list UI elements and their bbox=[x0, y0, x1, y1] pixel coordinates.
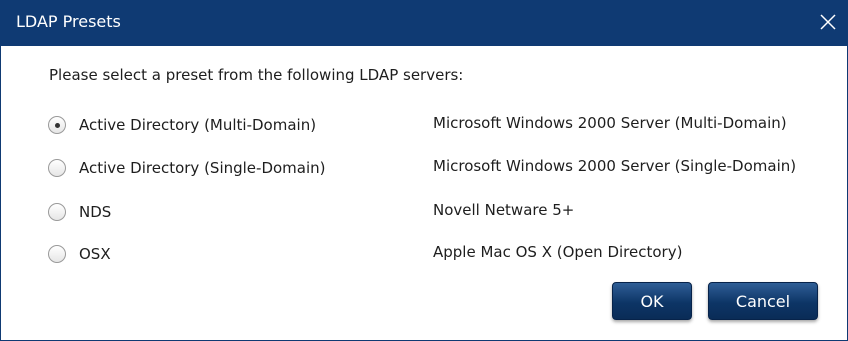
dialog-titlebar: LDAP Presets bbox=[0, 0, 848, 46]
option-label[interactable]: NDS bbox=[79, 203, 111, 221]
option-description: Microsoft Windows 2000 Server (Multi-Dom… bbox=[433, 114, 787, 132]
radio-active-directory-multi[interactable] bbox=[48, 116, 66, 134]
close-icon bbox=[820, 14, 836, 30]
dialog-prompt: Please select a preset from the followin… bbox=[49, 66, 464, 84]
cancel-button[interactable]: Cancel bbox=[708, 282, 818, 320]
option-description: Novell Netware 5+ bbox=[433, 201, 575, 219]
option-label[interactable]: Active Directory (Multi-Domain) bbox=[79, 116, 316, 134]
preset-option-active-directory-single[interactable]: Active Directory (Single-Domain) Microso… bbox=[1, 152, 847, 186]
radio-active-directory-single[interactable] bbox=[48, 159, 66, 177]
option-label[interactable]: OSX bbox=[79, 245, 111, 263]
ldap-presets-dialog: LDAP Presets Please select a preset from… bbox=[0, 0, 848, 341]
radio-nds[interactable] bbox=[48, 203, 66, 221]
radio-selected-dot bbox=[55, 123, 60, 128]
radio-osx[interactable] bbox=[48, 245, 66, 263]
option-label[interactable]: Active Directory (Single-Domain) bbox=[79, 159, 326, 177]
option-description: Microsoft Windows 2000 Server (Single-Do… bbox=[433, 157, 797, 175]
ok-button[interactable]: OK bbox=[612, 282, 692, 320]
preset-option-osx[interactable]: OSX Apple Mac OS X (Open Directory) bbox=[1, 238, 847, 272]
dialog-title: LDAP Presets bbox=[16, 12, 121, 31]
preset-option-nds[interactable]: NDS Novell Netware 5+ bbox=[1, 196, 847, 230]
preset-option-active-directory-multi[interactable]: Active Directory (Multi-Domain) Microsof… bbox=[1, 109, 847, 143]
close-button[interactable] bbox=[816, 10, 840, 34]
option-description: Apple Mac OS X (Open Directory) bbox=[433, 243, 683, 261]
